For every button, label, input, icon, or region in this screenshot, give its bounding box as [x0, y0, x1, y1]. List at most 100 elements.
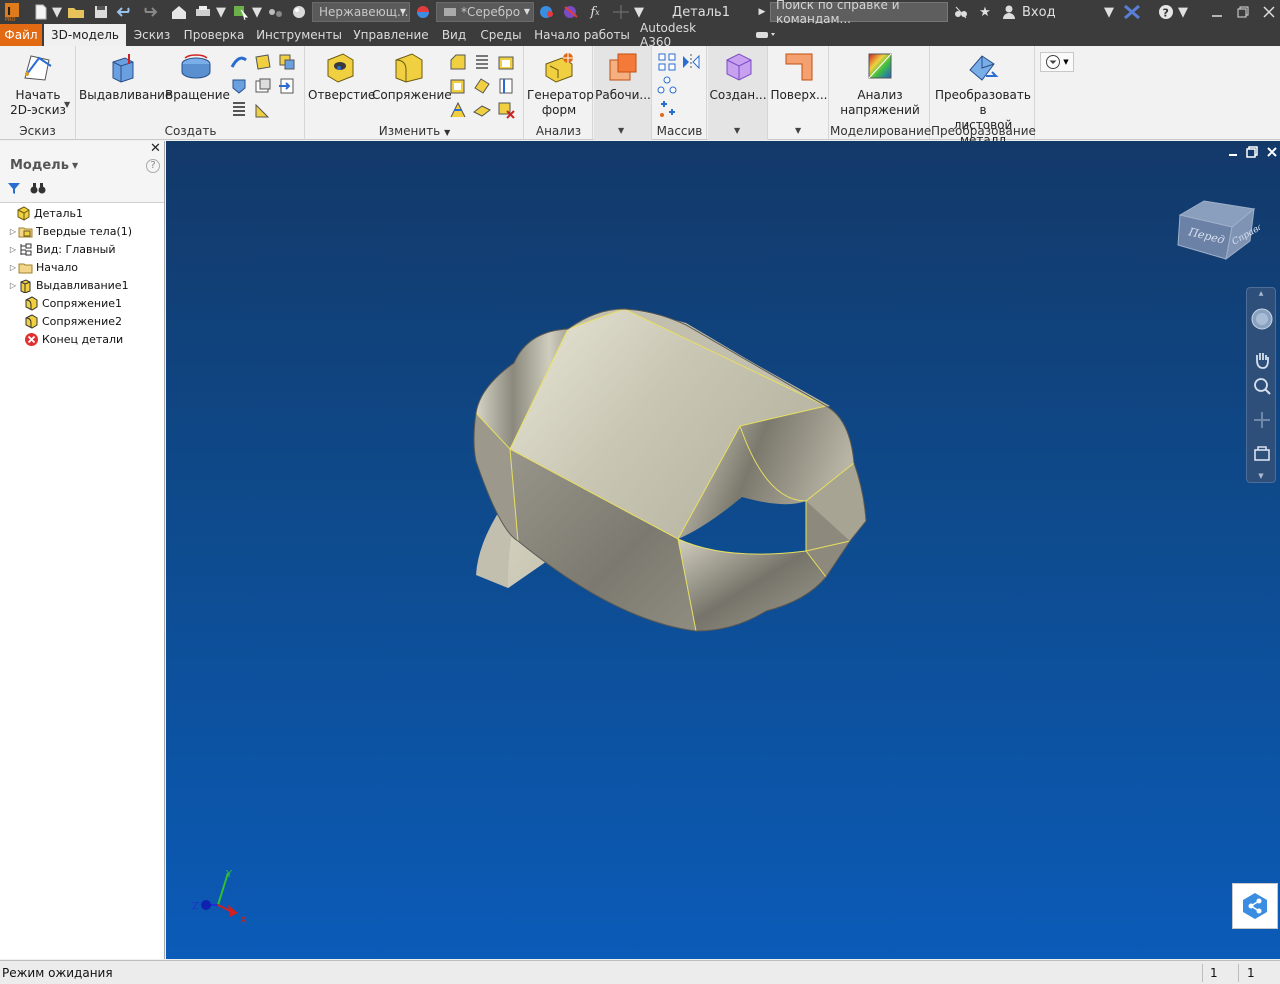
search-input[interactable]: Поиск по справке и командам... — [770, 0, 948, 26]
pan-hand-icon[interactable] — [1252, 350, 1272, 373]
tree-item-view[interactable]: ▷ Вид: Главный — [8, 240, 116, 258]
split-icon[interactable] — [496, 76, 516, 96]
doc-minimize-icon[interactable] — [1227, 146, 1239, 161]
circular-pattern-icon[interactable] — [657, 76, 677, 96]
tab-tools[interactable]: Инструменты — [256, 24, 342, 46]
tab-sketch[interactable]: Эскиз — [130, 24, 174, 46]
orbit-icon[interactable] — [1252, 410, 1272, 433]
nav-bar-options-icon[interactable]: ▼ — [1247, 472, 1275, 480]
tree-item-part[interactable]: Деталь1 — [6, 204, 83, 222]
browser-title-dropdown[interactable]: Модель ▼ — [10, 158, 78, 173]
coil-icon[interactable] — [277, 52, 297, 72]
select-icon[interactable] — [232, 0, 250, 24]
ribbon-options-dropdown[interactable]: ▼ — [1040, 52, 1074, 72]
search-expand-icon[interactable]: ▶ — [756, 0, 768, 24]
user-icon[interactable] — [1000, 0, 1018, 24]
hole-button[interactable]: Отверстие — [308, 50, 375, 103]
browser-help-icon[interactable]: ? — [146, 159, 160, 173]
expand-arrow-icon[interactable]: ▷ — [8, 263, 18, 272]
tree-item-fillet2[interactable]: Сопряжение2 — [14, 312, 122, 330]
tree-item-origin[interactable]: ▷ Начало — [8, 258, 78, 276]
new-file-icon[interactable] — [32, 0, 50, 24]
tab-view[interactable]: Вид — [438, 24, 470, 46]
tab-get-started[interactable]: Начало работы — [534, 24, 630, 46]
thicken-icon[interactable] — [472, 100, 492, 120]
derive-icon[interactable] — [253, 76, 273, 96]
browser-close-icon[interactable]: ✕ — [150, 141, 162, 156]
tab-inspect[interactable]: Проверка — [182, 24, 246, 46]
rib-icon[interactable] — [229, 100, 249, 120]
appearance-sphere-icon[interactable] — [414, 0, 432, 24]
create-freeform-button[interactable]: Создан... — [708, 50, 768, 103]
decal-icon[interactable] — [253, 100, 273, 120]
sign-in-dropdown-icon[interactable]: ▼ — [1104, 0, 1114, 24]
material-combo[interactable]: Нержавеющ... ▼ — [312, 2, 410, 22]
tree-item-solid-bodies[interactable]: ▷ Твердые тела(1) — [8, 222, 132, 240]
look-at-icon[interactable] — [1252, 444, 1272, 467]
chamfer-icon[interactable] — [448, 52, 468, 72]
graphics-viewport[interactable]: Перед Справа ▲ ▼ Y Z X — [166, 141, 1280, 959]
surface-button[interactable]: Поверх... — [769, 50, 829, 103]
tab-3d-model[interactable]: 3D-модель — [44, 24, 126, 46]
undo-icon[interactable] — [116, 0, 134, 24]
tab-manage[interactable]: Управление — [350, 24, 432, 46]
new-dropdown-icon[interactable]: ▼ — [52, 0, 62, 24]
delete-face-icon[interactable] — [496, 100, 516, 120]
filter-icon[interactable] — [7, 181, 21, 198]
select-dropdown-icon[interactable]: ▼ — [252, 0, 262, 24]
chevron-down-icon[interactable]: ▼ — [618, 126, 624, 135]
shape-generator-button[interactable]: Генератор форм — [527, 50, 594, 118]
favorites-star-icon[interactable]: ★ — [976, 0, 994, 24]
revolve-button[interactable]: Вращение — [165, 50, 230, 103]
expand-arrow-icon[interactable]: ▷ — [8, 227, 18, 236]
save-icon[interactable] — [92, 0, 110, 24]
help-dropdown-icon[interactable]: ▼ — [1178, 0, 1188, 24]
parameters-fx-icon[interactable]: fx — [586, 0, 604, 24]
print-dropdown-icon[interactable]: ▼ — [216, 0, 226, 24]
tree-item-end-of-part[interactable]: Конец детали — [14, 330, 123, 348]
work-features-button[interactable]: Рабочи... — [594, 50, 652, 103]
doc-restore-icon[interactable] — [1246, 146, 1258, 161]
share-button[interactable] — [1232, 883, 1278, 929]
search-binoculars-icon[interactable] — [952, 0, 970, 24]
restore-icon[interactable] — [1232, 0, 1254, 24]
print-icon[interactable] — [194, 0, 212, 24]
fillet-button[interactable]: Сопряжение — [372, 50, 452, 103]
combine-icon[interactable] — [472, 76, 492, 96]
draft-icon[interactable] — [448, 76, 468, 96]
appearance-combo[interactable]: *Серебро ▼ — [436, 2, 534, 22]
nav-bar-collapse-icon[interactable]: ▲ — [1247, 290, 1275, 297]
help-icon[interactable]: ? — [1156, 0, 1176, 24]
doc-close-icon[interactable] — [1266, 146, 1278, 161]
sketch-pattern-icon[interactable] — [657, 100, 677, 120]
thread-icon[interactable] — [472, 52, 492, 72]
expand-arrow-icon[interactable]: ▷ — [8, 245, 18, 254]
material-sphere-icon[interactable] — [290, 0, 308, 24]
exchange-apps-icon[interactable] — [1122, 0, 1142, 24]
home-icon[interactable] — [170, 0, 188, 24]
start-2d-sketch-button[interactable]: Начать 2D-эскиз — [4, 50, 72, 118]
direct-edit-icon[interactable] — [448, 100, 468, 120]
redo-icon[interactable] — [140, 0, 158, 24]
chevron-down-icon[interactable]: ▼ — [734, 126, 740, 135]
chevron-down-icon[interactable]: ▼ — [795, 126, 801, 135]
loft-icon[interactable] — [253, 52, 273, 72]
steering-wheel-icon[interactable] — [1251, 308, 1273, 333]
adjust-appearance-icon[interactable] — [538, 0, 556, 24]
stress-analysis-button[interactable]: Анализ напряжений — [832, 50, 928, 118]
crosshair-icon[interactable] — [612, 0, 630, 24]
minimize-icon[interactable] — [1206, 0, 1228, 24]
extrude-button[interactable]: Выдавливание — [79, 50, 172, 103]
shell-icon[interactable] — [496, 52, 516, 72]
app-logo-icon[interactable]: I PRO — [2, 0, 22, 24]
import-icon[interactable] — [277, 76, 297, 96]
emboss-icon[interactable] — [229, 76, 249, 96]
find-binoculars-icon[interactable] — [30, 181, 46, 198]
part-model-3d[interactable] — [466, 301, 886, 641]
properties-icon[interactable] — [266, 0, 284, 24]
sign-in-link[interactable]: Вход — [1022, 0, 1062, 24]
close-icon[interactable] — [1258, 0, 1280, 24]
tab-file[interactable]: Файл — [0, 24, 42, 46]
expand-arrow-icon[interactable]: ▷ — [8, 281, 18, 290]
tab-autodesk-a360[interactable]: Autodesk A360 — [640, 21, 730, 49]
